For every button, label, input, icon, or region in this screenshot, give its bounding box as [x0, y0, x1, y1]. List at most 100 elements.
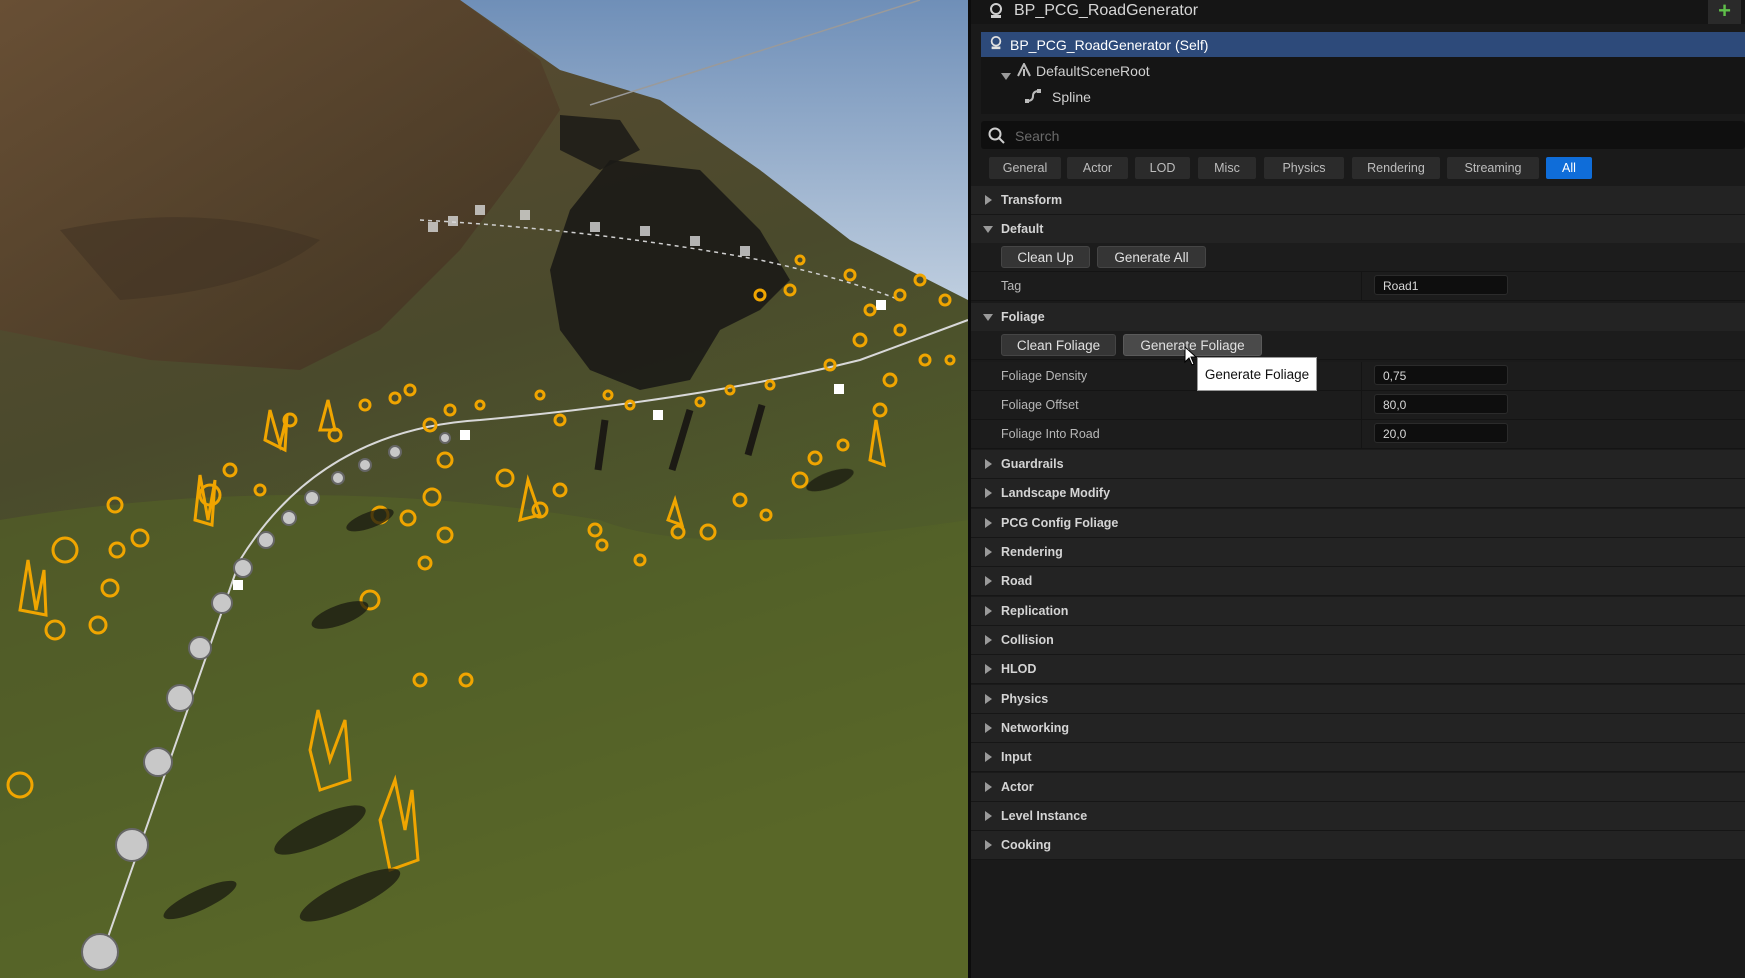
category-label: Input — [1001, 750, 1032, 764]
category-default[interactable]: Default — [971, 215, 1745, 244]
chevron-down-icon — [983, 314, 993, 321]
category-label: Replication — [1001, 604, 1069, 618]
category-label: Foliage — [1001, 310, 1045, 324]
foliage-buttons-row: Clean Foliage Generate Foliage — [971, 331, 1745, 360]
category-input[interactable]: Input — [971, 743, 1745, 772]
filter-lod[interactable]: LOD — [1135, 157, 1190, 179]
chevron-right-icon — [985, 635, 992, 645]
component-label: DefaultSceneRoot — [1036, 63, 1150, 79]
chevron-right-icon — [985, 518, 992, 528]
chevron-right-icon — [985, 576, 992, 586]
component-self[interactable]: BP_PCG_RoadGenerator (Self) — [981, 32, 1745, 57]
details-title: BP_PCG_RoadGenerator — [1014, 2, 1199, 19]
details-titlebar: BP_PCG_RoadGenerator + — [971, 0, 1745, 24]
add-component-button[interactable]: + — [1708, 0, 1741, 24]
chevron-down-icon — [983, 226, 993, 233]
category-physics[interactable]: Physics — [971, 685, 1745, 714]
category-road[interactable]: Road — [971, 567, 1745, 596]
tag-label: Tag — [1001, 279, 1022, 293]
foliage-offset-field[interactable]: 80,0 — [1374, 394, 1508, 414]
category-foliage[interactable]: Foliage — [971, 303, 1745, 332]
spline-icon — [1025, 89, 1041, 106]
category-level-instance[interactable]: Level Instance — [971, 802, 1745, 831]
component-tree: BP_PCG_RoadGenerator (Self) DefaultScene… — [981, 32, 1745, 114]
foliage-offset-label: Foliage Offset — [1001, 398, 1079, 412]
component-label: Spline — [1052, 89, 1091, 105]
category-landscape-modify[interactable]: Landscape Modify — [971, 479, 1745, 508]
column-divider — [1361, 420, 1362, 448]
scene-root-icon — [1017, 61, 1031, 80]
level-viewport[interactable] — [0, 0, 968, 978]
category-transform[interactable]: Transform — [971, 186, 1745, 215]
foliage-offset-row: Foliage Offset 80,0 — [971, 391, 1745, 420]
category-networking[interactable]: Networking — [971, 714, 1745, 743]
generate-foliage-tooltip: Generate Foliage — [1197, 357, 1317, 391]
category-label: Physics — [1001, 692, 1049, 706]
details-panel: BP_PCG_RoadGenerator + BP_PCG_RoadGenera… — [968, 0, 1745, 978]
search-bar — [981, 121, 1745, 149]
category-rendering[interactable]: Rendering — [971, 538, 1745, 567]
blueprint-icon — [989, 36, 1003, 53]
filter-all[interactable]: All — [1546, 157, 1592, 179]
chevron-right-icon — [985, 752, 992, 762]
chevron-down-icon[interactable] — [1001, 67, 1011, 83]
column-divider — [1361, 391, 1362, 419]
category-label: Level Instance — [1001, 809, 1088, 823]
column-divider — [1361, 362, 1362, 390]
category-guardrails[interactable]: Guardrails — [971, 450, 1745, 479]
foliage-into-road-label: Foliage Into Road — [1001, 427, 1100, 441]
clean-up-button[interactable]: Clean Up — [1001, 246, 1090, 268]
chevron-right-icon — [985, 195, 992, 205]
category-label: Networking — [1001, 721, 1070, 735]
search-input[interactable] — [1013, 125, 1517, 147]
category-replication[interactable]: Replication — [971, 597, 1745, 626]
category-label: Default — [1001, 222, 1044, 236]
filter-general[interactable]: General — [989, 157, 1061, 179]
chevron-right-icon — [985, 547, 992, 557]
viewport-scene — [0, 0, 968, 978]
column-divider — [1361, 272, 1362, 300]
default-buttons-row: Clean Up Generate All — [971, 243, 1745, 272]
filter-physics[interactable]: Physics — [1264, 157, 1344, 179]
chevron-right-icon — [985, 723, 992, 733]
blueprint-icon — [988, 3, 1004, 24]
category-label: Road — [1001, 574, 1033, 588]
category-pcg-config-foliage[interactable]: PCG Config Foliage — [971, 509, 1745, 538]
category-cooking[interactable]: Cooking — [971, 831, 1745, 860]
panel-empty-area — [971, 862, 1745, 978]
chevron-right-icon — [985, 840, 992, 850]
foliage-density-row: Foliage Density 0,75 — [971, 362, 1745, 391]
filter-misc[interactable]: Misc — [1198, 157, 1256, 179]
chevron-right-icon — [985, 664, 992, 674]
category-hlod[interactable]: HLOD — [971, 655, 1745, 684]
category-actor[interactable]: Actor — [971, 773, 1745, 802]
chevron-right-icon — [985, 811, 992, 821]
filter-actor[interactable]: Actor — [1067, 157, 1128, 179]
foliage-density-field[interactable]: 0,75 — [1374, 365, 1508, 385]
chevron-right-icon — [985, 459, 992, 469]
mouse-cursor-icon — [1184, 345, 1198, 371]
filter-rendering[interactable]: Rendering — [1352, 157, 1440, 179]
filter-streaming[interactable]: Streaming — [1447, 157, 1539, 179]
foliage-into-road-field[interactable]: 20,0 — [1374, 423, 1508, 443]
foliage-into-road-row: Foliage Into Road 20,0 — [971, 420, 1745, 449]
category-label: Actor — [1001, 780, 1034, 794]
category-label: Transform — [1001, 193, 1063, 207]
chevron-right-icon — [985, 694, 992, 704]
search-icon — [988, 127, 1005, 149]
category-label: Collision — [1001, 633, 1054, 647]
tag-field[interactable]: Road1 — [1374, 275, 1508, 295]
category-label: PCG Config Foliage — [1001, 516, 1119, 530]
component-label: BP_PCG_RoadGenerator (Self) — [1010, 37, 1209, 53]
category-label: HLOD — [1001, 662, 1037, 676]
component-default-scene-root[interactable]: DefaultSceneRoot — [981, 58, 1745, 83]
component-spline[interactable]: Spline — [981, 84, 1745, 109]
generate-all-button[interactable]: Generate All — [1097, 246, 1206, 268]
category-label: Rendering — [1001, 545, 1063, 559]
category-label: Cooking — [1001, 838, 1051, 852]
foliage-density-label: Foliage Density — [1001, 369, 1088, 383]
chevron-right-icon — [985, 488, 992, 498]
clean-foliage-button[interactable]: Clean Foliage — [1001, 334, 1116, 356]
category-label: Landscape Modify — [1001, 486, 1111, 500]
category-collision[interactable]: Collision — [971, 626, 1745, 655]
